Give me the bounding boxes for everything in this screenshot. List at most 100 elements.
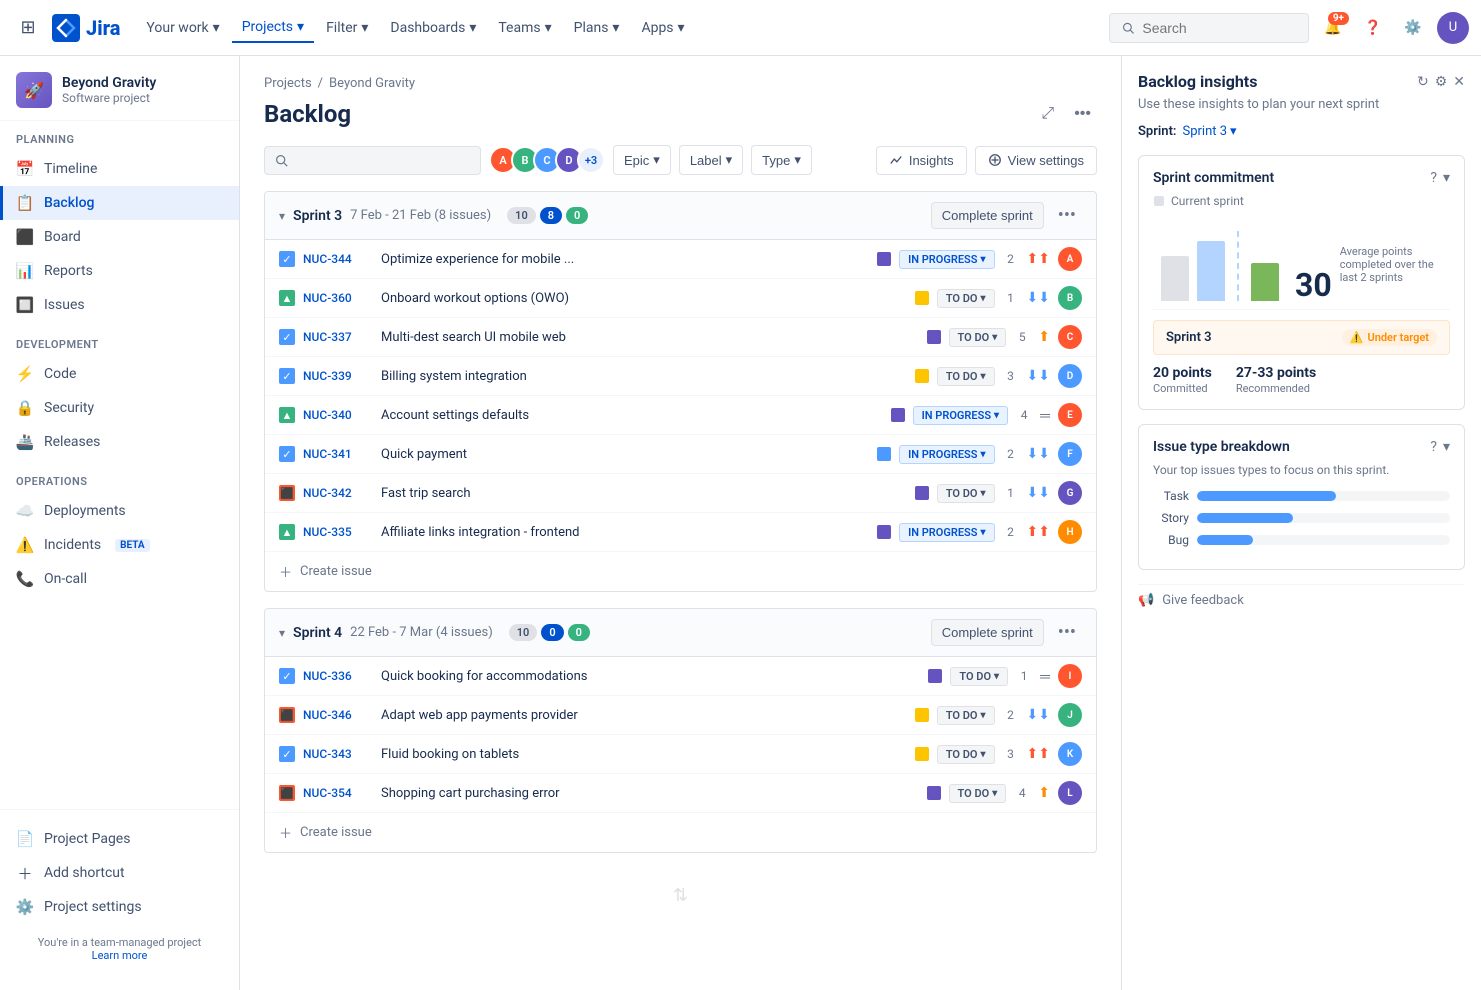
sprint-4-chevron[interactable]: ▾	[279, 626, 285, 640]
issue-key[interactable]: NUC-346	[303, 708, 373, 722]
expand-icon[interactable]: ⤢	[1035, 99, 1060, 129]
avatar-count[interactable]: +3	[577, 146, 605, 174]
view-settings-button[interactable]: View settings	[975, 146, 1097, 175]
assignee-avatar[interactable]: B	[1058, 286, 1082, 310]
assignee-avatar[interactable]: F	[1058, 442, 1082, 466]
sidebar-item-backlog[interactable]: 📋 Backlog	[0, 186, 239, 220]
nav-projects[interactable]: Projects	[232, 13, 314, 43]
breadcrumb-project-name[interactable]: Beyond Gravity	[329, 76, 415, 91]
issue-key[interactable]: NUC-337	[303, 330, 373, 344]
issue-status-badge[interactable]: IN PROGRESS ▾	[899, 445, 994, 464]
nav-your-work[interactable]: Your work	[136, 14, 229, 42]
sidebar-learn-more-link[interactable]: Learn more	[92, 949, 148, 962]
nav-teams[interactable]: Teams	[488, 14, 561, 42]
sidebar-item-timeline[interactable]: 📅 Timeline	[0, 152, 239, 186]
commitment-help-icon[interactable]: ?	[1430, 170, 1437, 186]
issue-status-badge[interactable]: IN PROGRESS ▾	[913, 406, 1008, 425]
issue-row-nuc-343[interactable]: ✓ NUC-343 Fluid booking on tablets TO DO…	[265, 735, 1096, 774]
issue-key[interactable]: NUC-342	[303, 486, 373, 500]
sprint-3-more-button[interactable]: •••	[1052, 203, 1082, 228]
create-issue-sprint-4[interactable]: ＋ Create issue	[265, 812, 1096, 852]
complete-sprint-4-button[interactable]: Complete sprint	[931, 619, 1044, 646]
issue-row-nuc-337[interactable]: ✓ NUC-337 Multi-dest search UI mobile we…	[265, 318, 1096, 357]
search-input[interactable]	[1142, 20, 1296, 36]
settings-button[interactable]: ⚙️	[1397, 12, 1429, 44]
assignee-avatar[interactable]: L	[1058, 781, 1082, 805]
issue-row-nuc-341[interactable]: ✓ NUC-341 Quick payment IN PROGRESS ▾ 2 …	[265, 435, 1096, 474]
sidebar-item-add-shortcut[interactable]: ＋ Add shortcut	[0, 856, 239, 890]
issue-row-nuc-342[interactable]: ⬛ NUC-342 Fast trip search TO DO ▾ 1 ⬇⬇ …	[265, 474, 1096, 513]
sidebar-item-incidents[interactable]: ⚠️ Incidents BETA	[0, 528, 239, 562]
assignee-avatar[interactable]: K	[1058, 742, 1082, 766]
issue-status-badge[interactable]: TO DO ▾	[949, 784, 1007, 803]
breakdown-help-icon[interactable]: ?	[1430, 439, 1437, 455]
issue-status-badge[interactable]: TO DO ▾	[937, 367, 995, 386]
create-issue-sprint-3[interactable]: ＋ Create issue	[265, 551, 1096, 591]
sidebar-item-oncall[interactable]: 📞 On-call	[0, 562, 239, 596]
assignee-avatar[interactable]: D	[1058, 364, 1082, 388]
nav-dashboards[interactable]: Dashboards	[380, 14, 486, 42]
sidebar-item-releases[interactable]: 🚢 Releases	[0, 425, 239, 459]
issue-status-badge[interactable]: IN PROGRESS ▾	[899, 250, 994, 269]
epic-filter-btn[interactable]: Epic	[613, 145, 671, 175]
sidebar-project[interactable]: 🚀 Beyond Gravity Software project	[0, 56, 239, 121]
sidebar-item-code[interactable]: ⚡ Code	[0, 357, 239, 391]
profile-avatar[interactable]: U	[1437, 12, 1469, 44]
sprint-selector-value[interactable]: Sprint 3	[1182, 124, 1236, 139]
nav-plans[interactable]: Plans	[564, 14, 630, 42]
issue-key[interactable]: NUC-336	[303, 669, 373, 683]
issue-row-nuc-346[interactable]: ⬛ NUC-346 Adapt web app payments provide…	[265, 696, 1096, 735]
assignee-avatar[interactable]: C	[1058, 325, 1082, 349]
issue-status-badge[interactable]: TO DO ▾	[937, 484, 995, 503]
sidebar-item-project-settings[interactable]: ⚙️ Project settings	[0, 890, 239, 924]
issue-status-badge[interactable]: TO DO ▾	[937, 706, 995, 725]
label-filter-btn[interactable]: Label	[679, 145, 743, 175]
issue-status-badge[interactable]: TO DO ▾	[950, 667, 1008, 686]
issue-row-nuc-354[interactable]: ⬛ NUC-354 Shopping cart purchasing error…	[265, 774, 1096, 812]
issue-key[interactable]: NUC-343	[303, 747, 373, 761]
grid-icon[interactable]: ⊞	[12, 12, 44, 44]
issue-key[interactable]: NUC-341	[303, 447, 373, 461]
breadcrumb-projects[interactable]: Projects	[264, 76, 312, 91]
issue-row-nuc-339[interactable]: ✓ NUC-339 Billing system integration TO …	[265, 357, 1096, 396]
sprint-3-chevron[interactable]: ▾	[279, 209, 285, 223]
help-button[interactable]: ❓	[1357, 12, 1389, 44]
sidebar-item-project-pages[interactable]: 📄 Project Pages	[0, 822, 239, 856]
assignee-avatar[interactable]: G	[1058, 481, 1082, 505]
assignee-avatar[interactable]: H	[1058, 520, 1082, 544]
issue-key[interactable]: NUC-344	[303, 252, 373, 266]
issue-key[interactable]: NUC-360	[303, 291, 373, 305]
jira-logo[interactable]: Jira	[52, 14, 120, 42]
assignee-avatar[interactable]: I	[1058, 664, 1082, 688]
issue-status-badge[interactable]: TO DO ▾	[949, 328, 1007, 347]
sprint-4-more-button[interactable]: •••	[1052, 620, 1082, 645]
issue-key[interactable]: NUC-339	[303, 369, 373, 383]
sidebar-item-deployments[interactable]: ☁️ Deployments	[0, 494, 239, 528]
insights-settings-icon[interactable]: ⚙	[1435, 74, 1448, 90]
assignee-avatar[interactable]: J	[1058, 703, 1082, 727]
assignee-avatar[interactable]: E	[1058, 403, 1082, 427]
nav-filter[interactable]: Filter	[316, 14, 378, 42]
more-options-icon[interactable]: •••	[1068, 99, 1097, 129]
give-feedback-button[interactable]: 📢 Give feedback	[1138, 584, 1465, 608]
sidebar-item-security[interactable]: 🔒 Security	[0, 391, 239, 425]
issue-status-badge[interactable]: IN PROGRESS ▾	[899, 523, 994, 542]
backlog-search-input[interactable]	[294, 153, 470, 168]
issue-row-nuc-340[interactable]: ▲ NUC-340 Account settings defaults IN P…	[265, 396, 1096, 435]
backlog-search[interactable]	[264, 146, 481, 175]
sidebar-item-issues[interactable]: 🔲 Issues	[0, 288, 239, 322]
complete-sprint-3-button[interactable]: Complete sprint	[931, 202, 1044, 229]
issue-row-nuc-335[interactable]: ▲ NUC-335 Affiliate links integration - …	[265, 513, 1096, 551]
insights-button[interactable]: Insights	[876, 146, 967, 175]
breakdown-expand-icon[interactable]	[1443, 439, 1450, 455]
issue-status-badge[interactable]: TO DO ▾	[937, 745, 995, 764]
issue-key[interactable]: NUC-354	[303, 786, 373, 800]
sidebar-item-board[interactable]: ⬛ Board	[0, 220, 239, 254]
insights-close-icon[interactable]: ✕	[1453, 74, 1465, 90]
search-box[interactable]	[1109, 13, 1309, 43]
issue-status-badge[interactable]: TO DO ▾	[937, 289, 995, 308]
assignee-avatar[interactable]: A	[1058, 247, 1082, 271]
insights-refresh-icon[interactable]: ↻	[1417, 74, 1429, 90]
nav-apps[interactable]: Apps	[631, 14, 694, 42]
sidebar-item-reports[interactable]: 📊 Reports	[0, 254, 239, 288]
